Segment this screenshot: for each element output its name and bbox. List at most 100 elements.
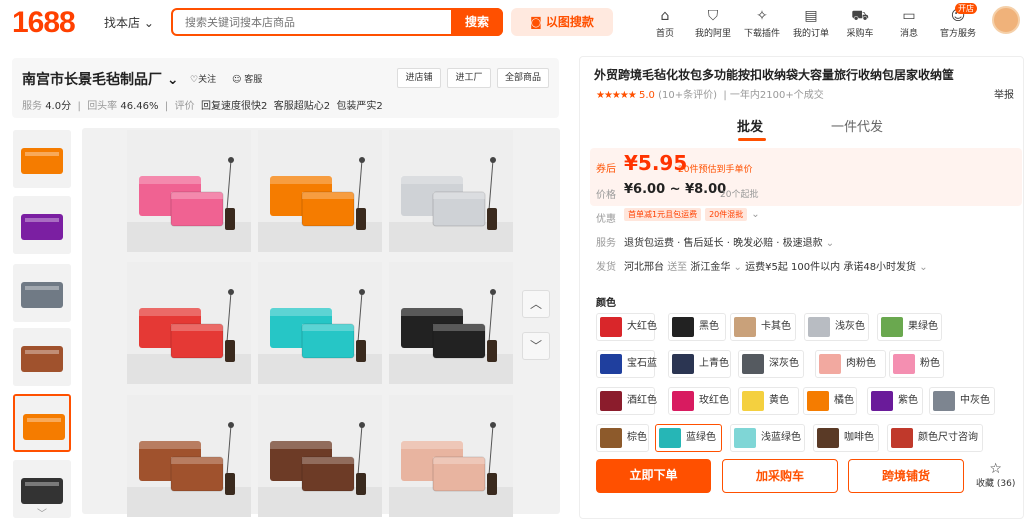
color-label: 颜色 <box>596 298 616 309</box>
product-photo <box>127 262 251 384</box>
color-thumbnail <box>742 391 764 411</box>
color-option[interactable]: 上青色 <box>668 350 731 378</box>
product-title: 外贸跨境毛毡化妆包多功能按扣收纳袋大容量旅行收纳包居家收纳筐 <box>594 68 955 82</box>
tab-dropship[interactable]: 一件代发 <box>831 116 883 135</box>
shop-name[interactable]: 南宫市长景毛毡制品厂 ⌄ <box>22 69 179 89</box>
color-option[interactable]: 果绿色 <box>877 313 942 341</box>
thumbnail-2[interactable] <box>13 196 71 254</box>
thumbnail-image <box>15 396 69 450</box>
customer-service-button[interactable]: ☺ 客服 <box>232 72 262 85</box>
star-outline-icon: ☆ <box>989 461 1002 477</box>
color-option[interactable]: 浅灰色 <box>804 313 869 341</box>
color-option[interactable]: 深灰色 <box>738 350 804 378</box>
ship-to-dropdown[interactable]: 浙江金华 <box>690 262 730 273</box>
service-row[interactable]: 退货包运费 · 售后延长 · 晚发必赔 · 极速退款 ⌄ <box>624 234 834 249</box>
all-products-button[interactable]: 全部商品 <box>497 68 549 88</box>
color-thumbnail <box>734 428 756 448</box>
thumbnail-4[interactable] <box>13 328 71 386</box>
thumbnail-image <box>13 328 71 386</box>
nav-cart[interactable]: ⛟ 采购车 <box>835 8 885 39</box>
buy-now-button[interactable]: 立即下单 <box>596 459 711 493</box>
color-option[interactable]: 黄色 <box>738 387 799 415</box>
search-button[interactable]: 搜索 <box>451 8 503 36</box>
gallery-image-2[interactable] <box>258 130 382 252</box>
color-thumbnail <box>871 391 893 411</box>
thumbnail-image <box>13 130 71 188</box>
thumbnail-5[interactable] <box>13 394 71 452</box>
color-option[interactable]: 紫色 <box>867 387 923 415</box>
logo[interactable]: 1688 <box>12 6 76 40</box>
color-option[interactable]: 浅蓝绿色 <box>730 424 805 452</box>
add-to-cart-button[interactable]: 加采购车 <box>722 459 838 493</box>
gallery-up-button[interactable]: ︿ <box>522 290 550 318</box>
shipping-row: 河北邢台 送至 浙江金华 ⌄ 运费¥5起 100件以内 承诺48小时发货 ⌄ <box>624 262 928 273</box>
search-input[interactable] <box>173 10 443 34</box>
color-thumbnail <box>881 317 903 337</box>
color-option[interactable]: 宝石蓝 <box>596 350 657 378</box>
avatar[interactable] <box>992 6 1020 34</box>
nav-messages[interactable]: ▭ 消息 <box>884 8 934 39</box>
nav-download-plugin[interactable]: ✧ 下载插件 <box>737 8 787 39</box>
color-option[interactable]: 蓝绿色 <box>655 424 722 452</box>
shop-stats: 服务 4.0分 | 回头率 46.46% | 评价 回复速度很快2 客服超贴心2… <box>22 101 383 112</box>
thumbnail-image <box>13 264 71 322</box>
product-photo <box>389 395 513 517</box>
promo-row[interactable]: 首单减1元且包运费 20件混批 ⌄ <box>624 208 760 221</box>
favorite-button[interactable]: ☆ 收藏 (36) <box>976 462 1015 489</box>
color-option[interactable]: 玫红色 <box>668 387 731 415</box>
enter-shop-button[interactable]: 进店铺 <box>397 68 441 88</box>
color-thumbnail <box>807 391 829 411</box>
color-option[interactable]: 卡其色 <box>730 313 796 341</box>
color-option[interactable]: 肉粉色 <box>815 350 886 378</box>
color-option[interactable]: 酒红色 <box>596 387 657 415</box>
nav-my-ali[interactable]: ⛉ 我的阿里 <box>688 8 738 39</box>
color-thumbnail <box>672 317 694 337</box>
nav-home[interactable]: ⌂ 首页 <box>640 8 690 39</box>
color-option[interactable]: 棕色 <box>596 424 649 452</box>
color-thumbnail <box>672 354 694 374</box>
thumbnail-1[interactable] <box>13 130 71 188</box>
gallery-image-5[interactable] <box>258 262 382 384</box>
color-option[interactable]: 中灰色 <box>929 387 995 415</box>
color-thumbnail <box>600 428 622 448</box>
follow-button[interactable]: ♡关注 <box>190 72 216 85</box>
color-option[interactable]: 黑色 <box>668 313 726 341</box>
product-photo <box>258 395 382 517</box>
color-thumbnail <box>819 354 841 374</box>
gallery-image-7[interactable] <box>127 395 251 517</box>
color-option[interactable]: 橘色 <box>803 387 857 415</box>
product-photo <box>389 130 513 252</box>
color-option[interactable]: 咖啡色 <box>813 424 879 452</box>
chevron-down-icon: ⌄ <box>162 72 179 88</box>
gallery-image-3[interactable] <box>389 130 513 252</box>
gallery-image-9[interactable] <box>389 395 513 517</box>
chat-face-icon: ☺ <box>232 75 242 85</box>
gallery-image-4[interactable] <box>127 262 251 384</box>
star-rating-icon: ★★★★★ <box>596 90 637 101</box>
thumbnail-3[interactable] <box>13 264 71 322</box>
gallery-image-8[interactable] <box>258 395 382 517</box>
color-option[interactable]: 大红色 <box>596 313 657 341</box>
camera-icon: ◙ <box>530 15 542 29</box>
price-range: ¥6.00 ~ ¥8.00 <box>624 182 727 197</box>
gallery-image-1[interactable] <box>127 130 251 252</box>
gallery-down-button[interactable]: ﹀ <box>522 332 550 360</box>
image-search-button[interactable]: ◙ 以图搜款 <box>511 8 613 36</box>
rating-row: ★★★★★ 5.0 (10+条评价) | 一年内2100+个成交 <box>596 90 824 101</box>
color-thumbnail <box>742 354 764 374</box>
color-option[interactable]: 粉色 <box>889 350 944 378</box>
crossborder-list-button[interactable]: 跨境铺货 <box>848 459 964 493</box>
chevron-down-icon: ⌄ <box>751 209 760 220</box>
tab-wholesale[interactable]: 批发 <box>737 116 763 135</box>
enter-factory-button[interactable]: 进工厂 <box>447 68 491 88</box>
color-thumbnail <box>808 317 830 337</box>
thumb-scroll-down-icon[interactable]: ﹀ <box>37 505 47 520</box>
color-thumbnail <box>672 391 694 411</box>
review-count[interactable]: (10+条评价) <box>658 90 717 101</box>
report-link[interactable]: 举报 <box>994 86 1014 101</box>
find-shop-dropdown[interactable]: 找本店 ⌄ <box>104 14 154 31</box>
gallery-image-6[interactable] <box>389 262 513 384</box>
nav-my-orders[interactable]: ▤ 我的订单 <box>786 8 836 39</box>
color-option[interactable]: 颜色尺寸咨询 <box>887 424 983 452</box>
color-thumbnail <box>893 354 915 374</box>
